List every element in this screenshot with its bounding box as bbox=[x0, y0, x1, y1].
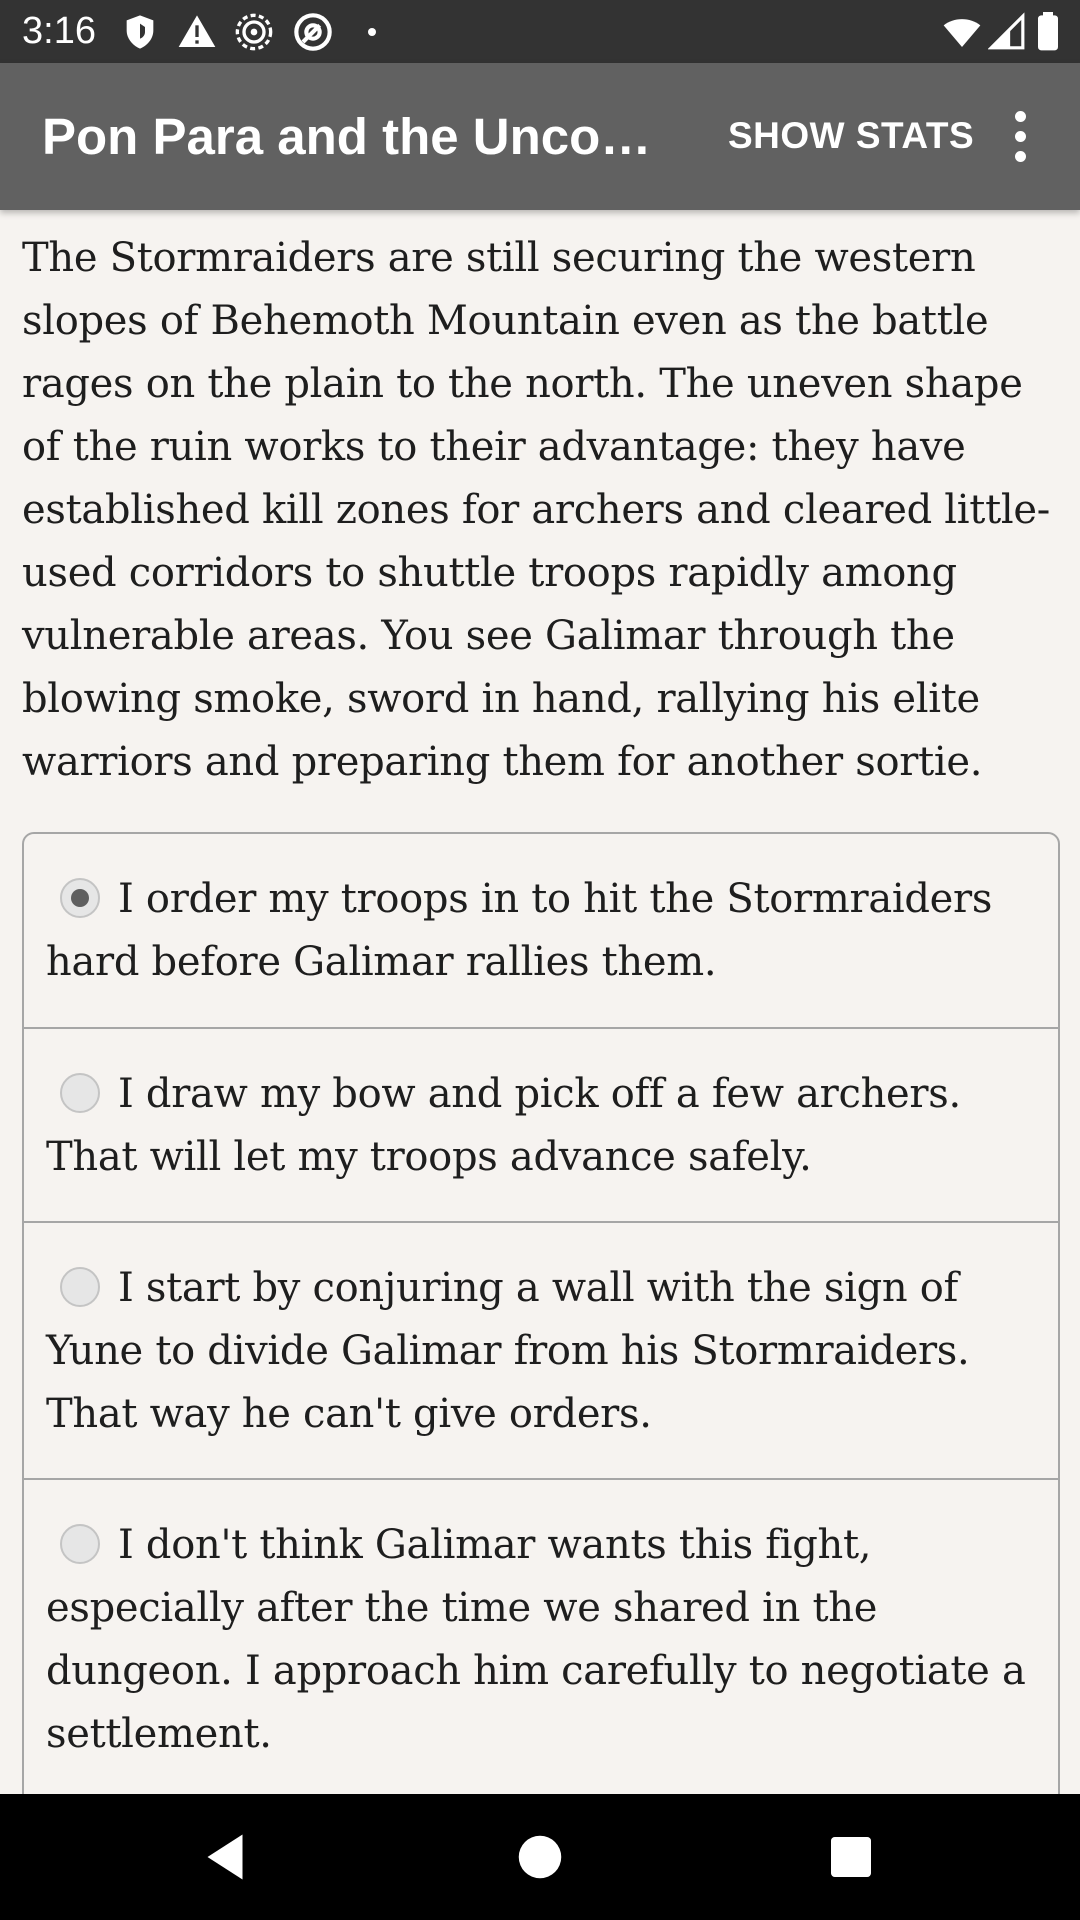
status-time: 3:16 bbox=[22, 10, 96, 52]
choice-label: I order my troops in to hit the Stormrai… bbox=[46, 876, 993, 985]
show-stats-button[interactable]: SHOW STATS bbox=[728, 113, 974, 159]
battery-icon bbox=[1034, 12, 1062, 52]
dot-icon bbox=[360, 12, 384, 52]
warning-icon bbox=[177, 12, 217, 52]
more-vert-icon[interactable] bbox=[998, 103, 1044, 169]
choice-option-4[interactable]: I don't think Galimar wants this fight, … bbox=[24, 1480, 1058, 1794]
choice-list: I order my troops in to hit the Stormrai… bbox=[22, 832, 1060, 1794]
at-sign-icon bbox=[293, 12, 333, 52]
signal-icon bbox=[988, 12, 1026, 52]
choice-option-3[interactable]: I start by conjuring a wall with the sig… bbox=[24, 1223, 1058, 1480]
page-title: Pon Para and the Unconquered Kings bbox=[42, 108, 682, 165]
story-text: The Stormraiders are still securing the … bbox=[22, 235, 1050, 785]
radio-button[interactable] bbox=[60, 1524, 100, 1564]
choice-option-2[interactable]: I draw my bow and pick off a few archers… bbox=[24, 1029, 1058, 1223]
back-icon[interactable] bbox=[195, 1827, 255, 1887]
choice-label: I start by conjuring a wall with the sig… bbox=[46, 1265, 970, 1437]
choice-option-1[interactable]: I order my troops in to hit the Stormrai… bbox=[24, 834, 1058, 1029]
story-content[interactable]: The Stormraiders are still securing the … bbox=[0, 210, 1080, 1794]
shield-icon bbox=[120, 12, 160, 52]
radio-button-selected[interactable] bbox=[60, 878, 100, 918]
choice-label: I don't think Galimar wants this fight, … bbox=[46, 1522, 1026, 1757]
navigation-bar bbox=[0, 1794, 1080, 1920]
wifi-icon bbox=[940, 12, 984, 52]
app-bar: Pon Para and the Unconquered Kings SHOW … bbox=[0, 63, 1080, 210]
recents-icon[interactable] bbox=[821, 1827, 881, 1887]
status-bar: 3:16 bbox=[0, 0, 1080, 63]
choice-label: I draw my bow and pick off a few archers… bbox=[46, 1071, 961, 1180]
radio-button[interactable] bbox=[60, 1267, 100, 1307]
settings-badge-icon bbox=[234, 12, 274, 52]
radio-button[interactable] bbox=[60, 1073, 100, 1113]
home-icon[interactable] bbox=[510, 1827, 570, 1887]
